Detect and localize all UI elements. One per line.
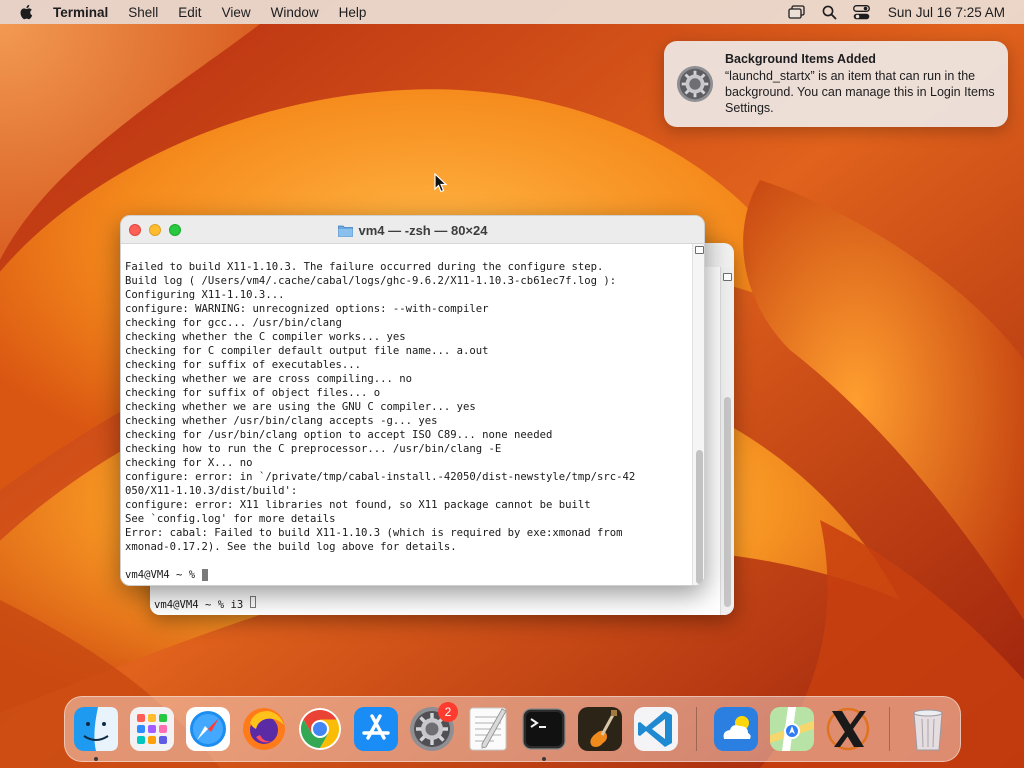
terminal-line: configure: error: in `/private/tmp/cabal…: [125, 471, 636, 483]
dock-separator: [696, 707, 697, 751]
control-center-icon[interactable]: [852, 4, 870, 20]
system-settings-gear-icon: [676, 65, 714, 103]
terminal-line: configure: WARNING: unrecognized options…: [125, 303, 489, 315]
dock-separator: [889, 707, 890, 751]
dock: [64, 696, 961, 762]
menu-shell[interactable]: Shell: [128, 5, 158, 20]
terminal-line: 050/X11-1.10.3/dist/build':: [125, 485, 298, 497]
scrollbar-thumb[interactable]: [724, 397, 731, 607]
terminal-line: checking whether we are cross compiling.…: [125, 373, 413, 385]
terminal-scrollbar[interactable]: [692, 244, 704, 585]
close-window-button[interactable]: [129, 224, 141, 236]
text-cursor: [249, 596, 256, 608]
notification-badge: 2: [438, 702, 458, 722]
terminal-titlebar[interactable]: vm4 — -zsh — 80×24: [121, 216, 704, 244]
terminal-prompt[interactable]: vm4@VM4 ~ %: [125, 568, 693, 582]
finder-icon[interactable]: [72, 705, 120, 753]
terminal-window[interactable]: vm4 — -zsh — 80×24 Failed to build X11-1…: [120, 215, 705, 586]
terminal-line: Error: cabal: Failed to build X11-1.10.3…: [125, 527, 623, 539]
firefox-icon[interactable]: [240, 705, 288, 753]
folder-icon: [337, 225, 353, 237]
running-indicator: [542, 757, 546, 761]
menu-view[interactable]: View: [222, 5, 251, 20]
terminal-line: checking whether /usr/bin/clang accepts …: [125, 415, 438, 427]
menu-app-terminal[interactable]: Terminal: [53, 5, 108, 20]
window-title-text: vm4 — -zsh — 80×24: [358, 222, 488, 238]
vscode-icon[interactable]: [632, 705, 680, 753]
menu-bar: Terminal Shell Edit View Window Help Sun…: [0, 0, 1024, 24]
terminal-line: checking for gcc... /usr/bin/clang: [125, 317, 342, 329]
terminal-line: checking for C compiler default output f…: [125, 345, 489, 357]
minimize-window-button[interactable]: [149, 224, 161, 236]
split-pane-icon[interactable]: [723, 273, 732, 281]
trash-icon[interactable]: [904, 705, 952, 753]
chrome-icon[interactable]: [296, 705, 344, 753]
terminal-back-prompt: vm4@VM4 ~ % i3: [154, 596, 256, 611]
split-pane-icon[interactable]: [695, 246, 704, 254]
terminal-line: checking how to run the C preprocessor..…: [125, 443, 502, 455]
terminal-line: checking for X... no: [125, 457, 253, 469]
app-store-icon[interactable]: [352, 705, 400, 753]
screen-mirroring-icon[interactable]: [788, 5, 806, 19]
terminal-line: checking whether the C compiler works...…: [125, 331, 406, 343]
terminal-line: checking whether we are using the GNU C …: [125, 401, 476, 413]
terminal-icon[interactable]: [520, 705, 568, 753]
running-indicator: [94, 757, 98, 761]
notification-body: “launchd_startx” is an item that can run…: [725, 69, 995, 115]
xquartz-icon[interactable]: [824, 705, 872, 753]
terminal-back-scrollbar[interactable]: [720, 267, 734, 615]
spotlight-search-icon[interactable]: [822, 5, 837, 20]
garageband-icon[interactable]: [576, 705, 624, 753]
terminal-line: checking for /usr/bin/clang option to ac…: [125, 429, 553, 441]
terminal-line: xmonad-0.17.2). See the build log above …: [125, 541, 457, 553]
mouse-pointer-icon: [434, 173, 448, 193]
menu-help[interactable]: Help: [339, 5, 367, 20]
maps-icon[interactable]: [768, 705, 816, 753]
safari-icon[interactable]: [184, 705, 232, 753]
launchpad-icon[interactable]: [128, 705, 176, 753]
scrollbar-thumb[interactable]: [696, 450, 703, 584]
menu-edit[interactable]: Edit: [178, 5, 201, 20]
terminal-line: See `config.log' for more details: [125, 513, 336, 525]
textedit-icon[interactable]: [464, 705, 512, 753]
window-title: vm4 — -zsh — 80×24: [121, 216, 704, 244]
terminal-line: Build log ( /Users/vm4/.cache/cabal/logs…: [125, 275, 617, 287]
zoom-window-button[interactable]: [169, 224, 181, 236]
menu-window[interactable]: Window: [271, 5, 319, 20]
terminal-line: configure: error: X11 libraries not foun…: [125, 499, 591, 511]
menubar-clock[interactable]: Sun Jul 16 7:25 AM: [888, 5, 1005, 20]
terminal-output[interactable]: Failed to build X11-1.10.3. The failure …: [125, 260, 693, 582]
weather-icon[interactable]: [712, 705, 760, 753]
terminal-line: checking for suffix of object files... o: [125, 387, 381, 399]
terminal-line: checking for suffix of executables...: [125, 359, 361, 371]
text-cursor: [201, 569, 208, 581]
terminal-line: Configuring X11-1.10.3...: [125, 289, 285, 301]
apple-menu-icon[interactable]: [18, 3, 36, 21]
terminal-line: Failed to build X11-1.10.3. The failure …: [125, 261, 604, 273]
notification-banner[interactable]: Background Items Added “launchd_startx” …: [664, 41, 1008, 127]
prompt-text: vm4@VM4 ~ %: [125, 569, 202, 581]
notification-title: Background Items Added: [725, 52, 876, 66]
